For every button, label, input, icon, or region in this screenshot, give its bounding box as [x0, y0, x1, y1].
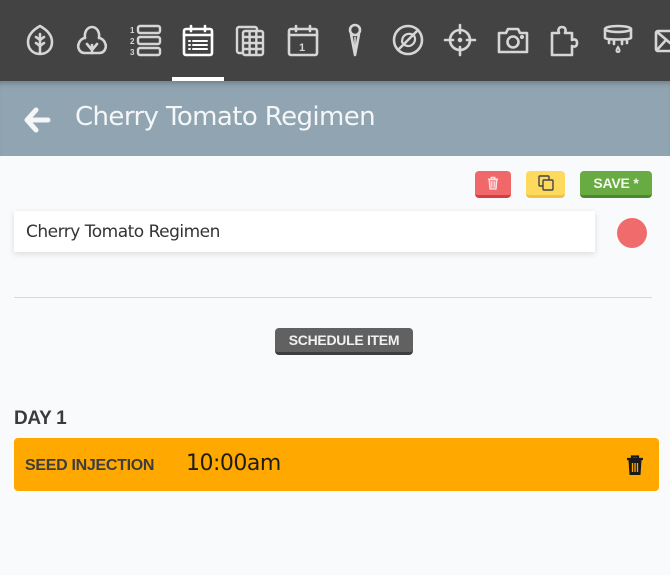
- nav-item-tools[interactable]: [592, 0, 644, 81]
- crosshair-icon: [443, 23, 477, 56]
- envelope-icon: [654, 29, 670, 52]
- schedule-item-button[interactable]: SCHEDULE ITEM: [275, 328, 413, 355]
- numbered-list-icon: 1 2 3: [130, 24, 162, 57]
- svg-text:2: 2: [130, 37, 135, 46]
- arrow-left-icon: [24, 107, 51, 133]
- nav-item-messages[interactable]: [644, 0, 670, 81]
- save-button[interactable]: SAVE *: [580, 171, 652, 198]
- nav-item-groups[interactable]: [224, 0, 276, 81]
- regimen-item-row[interactable]: SEED INJECTION 10:00am: [14, 438, 659, 491]
- copy-regimen-button[interactable]: [526, 171, 565, 198]
- regimen-item-name: SEED INJECTION: [25, 457, 155, 474]
- divider: [14, 297, 652, 298]
- calendar-day-icon: 1: [287, 24, 319, 56]
- nav-item-photos[interactable]: [487, 0, 539, 81]
- page-header: Cherry Tomato Regimen: [0, 81, 670, 156]
- puzzle-icon: [550, 25, 579, 56]
- nav-item-regimens[interactable]: [172, 0, 224, 81]
- calendar-list-icon: [182, 24, 214, 56]
- day-label: DAY 1: [14, 408, 67, 429]
- top-navigation: 1 2 3 1: [0, 0, 670, 81]
- nav-item-sequences[interactable]: 1 2 3: [119, 0, 171, 81]
- grid-stack-icon: [235, 25, 265, 56]
- nav-item-farmware[interactable]: [539, 0, 591, 81]
- nav-item-events[interactable]: 1: [277, 0, 329, 81]
- trash-icon: [627, 455, 643, 475]
- back-button[interactable]: [22, 105, 52, 135]
- leaf-icon: [26, 24, 54, 55]
- svg-text:3: 3: [130, 48, 135, 57]
- plant-icon: [76, 25, 108, 54]
- svg-text:1: 1: [130, 26, 135, 35]
- nav-item-weeds[interactable]: [382, 0, 434, 81]
- page-title: Cherry Tomato Regimen: [75, 102, 376, 132]
- seed-dispenser-icon: [603, 24, 633, 53]
- nav-item-plants[interactable]: [66, 0, 118, 81]
- nav-item-crops[interactable]: [14, 0, 66, 81]
- map-pin-icon: [348, 23, 362, 56]
- no-weed-icon: [392, 24, 424, 55]
- trash-icon: [487, 176, 499, 190]
- delete-item-button[interactable]: [624, 454, 646, 476]
- regimen-item-time: 10:00am: [186, 451, 281, 476]
- camera-icon: [497, 27, 529, 53]
- regimen-name-input[interactable]: [14, 211, 595, 252]
- svg-text:1: 1: [299, 42, 305, 54]
- nav-item-points[interactable]: [329, 0, 381, 81]
- copy-icon: [537, 175, 554, 191]
- color-picker[interactable]: [617, 218, 647, 248]
- delete-regimen-button[interactable]: [475, 171, 511, 198]
- nav-item-controls[interactable]: [434, 0, 486, 81]
